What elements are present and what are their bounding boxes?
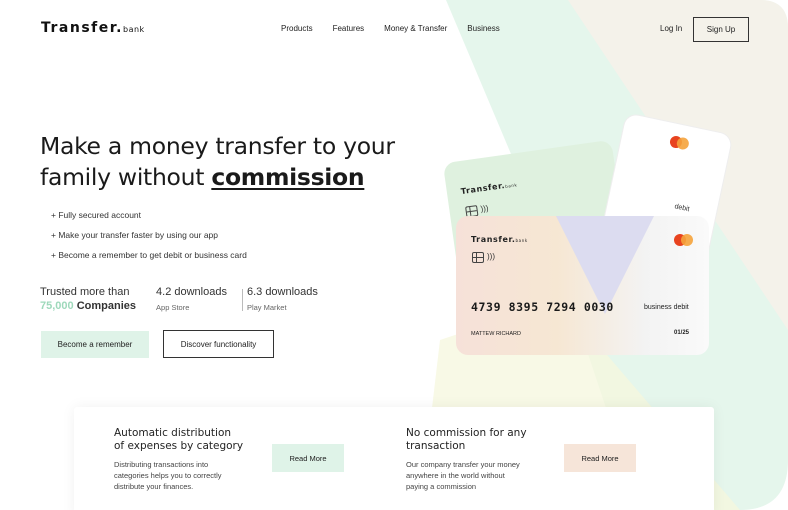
hero-title-line1: Make a money transfer to your [40, 132, 395, 160]
stats-divider [242, 289, 243, 311]
main-nav: Products Features Money & Transfer Busin… [281, 24, 520, 33]
discover-functionality-button[interactable]: Discover functionality [163, 330, 274, 358]
stat-app-store: 4.2 downloads App Store [156, 286, 227, 312]
nav-link-features[interactable]: Features [333, 24, 365, 33]
stat-app-store-downloads: 4.2 downloads [156, 286, 227, 298]
feature-item: + Make your transfer faster by using our… [51, 230, 219, 240]
stat-play-market-label: Play Market [246, 303, 287, 312]
contactless-icon: ))) [487, 252, 495, 261]
feature-block-description: Our company transfer your money anywhere … [406, 460, 520, 491]
card-type: business debit [644, 304, 689, 311]
feature-block-title: No commission for any transaction [406, 427, 527, 452]
hero-title: Make a money transfer to your family wit… [40, 131, 395, 193]
stat-trusted-suffix: Companies [73, 300, 137, 312]
signup-button[interactable]: Sign Up [693, 17, 749, 42]
nav-link-business[interactable]: Business [467, 24, 499, 33]
feature-item: + Become a remember to get debit or busi… [51, 250, 247, 260]
read-more-button-distribution[interactable]: Read More [272, 444, 344, 472]
card-logo: Transfer.bank [460, 180, 518, 197]
brand-logo-suffix: bank [122, 25, 145, 34]
card-expiry: 01/25 [674, 330, 690, 336]
stats-row: Trusted more than 75,000 Companies 4.2 d… [40, 286, 318, 312]
stat-play-market: 6.3 downloads Play Market [247, 286, 318, 312]
feature-block-description: Distributing transactions into categories… [114, 460, 222, 491]
feature-item: + Fully secured account [51, 210, 142, 220]
nav-link-products[interactable]: Products [281, 24, 313, 33]
feature-list: + Fully secured account + Make your tran… [51, 210, 247, 270]
brand-logo[interactable]: Transfer.bank [41, 20, 145, 36]
card-number: 4739 8395 7294 0030 [471, 300, 614, 314]
stat-app-store-label: App Store [156, 303, 190, 312]
stat-trusted: Trusted more than 75,000 Companies [40, 286, 136, 312]
login-link[interactable]: Log In [660, 24, 682, 33]
feature-panel: Automatic distribution of expenses by cat… [74, 407, 714, 510]
become-member-button[interactable]: Become a remember [41, 331, 149, 358]
front-card: Transfer.bank ))) 4739 8395 7294 0030 bu… [456, 216, 709, 355]
hero-title-line2: family without [40, 163, 212, 191]
mastercard-icon [668, 134, 691, 151]
stat-trusted-number: 75,000 [40, 300, 74, 312]
stat-play-market-downloads: 6.3 downloads [246, 286, 318, 298]
feature-block-title: Automatic distribution of expenses by cat… [114, 427, 244, 452]
contactless-icon: ))) [479, 203, 490, 214]
card-holder-name: MATTEW RICHARD [471, 331, 522, 337]
stat-trusted-label: Trusted more than [40, 286, 130, 298]
read-more-button-commission[interactable]: Read More [564, 444, 636, 472]
nav-link-money-transfer[interactable]: Money & Transfer [384, 24, 447, 33]
card-logo: Transfer.bank [471, 235, 528, 244]
debit-card-label: debit [673, 203, 691, 214]
stat-trusted-value: 75,000 Companies [40, 300, 136, 312]
hero-title-highlight: commission [211, 163, 365, 191]
mastercard-icon [674, 234, 694, 246]
chip-icon [472, 252, 484, 263]
